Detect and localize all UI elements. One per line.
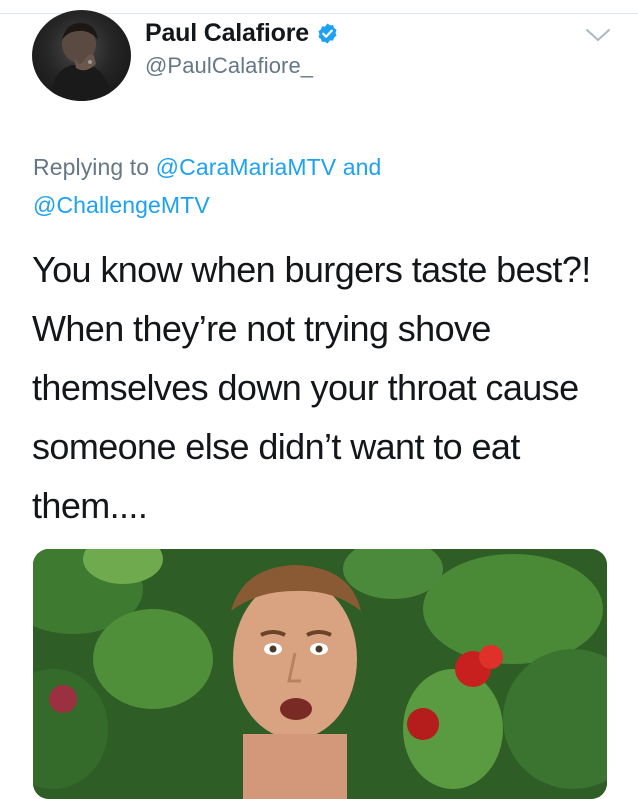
media-illustration bbox=[33, 549, 607, 799]
verified-badge-icon bbox=[316, 22, 339, 45]
author-handle[interactable]: @PaulCalafiore_ bbox=[145, 53, 339, 79]
mention-caramariamtv[interactable]: @CaraMariaMTV bbox=[156, 154, 337, 180]
display-name-row: Paul Calafiore bbox=[145, 18, 339, 48]
author-display-name[interactable]: Paul Calafiore bbox=[145, 19, 309, 48]
tweet-header: Paul Calafiore @PaulCalafiore_ bbox=[145, 18, 339, 79]
replying-to-label: Replying to bbox=[33, 154, 150, 180]
chevron-down-icon[interactable] bbox=[585, 27, 611, 43]
replying-conjunction: and bbox=[342, 154, 382, 180]
tweet-media-image[interactable] bbox=[33, 549, 607, 799]
replying-to-line: Replying to @CaraMariaMTV and @Challenge… bbox=[33, 148, 593, 224]
author-avatar[interactable] bbox=[32, 10, 131, 101]
mention-challengemtv[interactable]: @ChallengeMTV bbox=[33, 192, 210, 218]
tweet-text: You know when burgers taste best?! When … bbox=[32, 249, 591, 526]
